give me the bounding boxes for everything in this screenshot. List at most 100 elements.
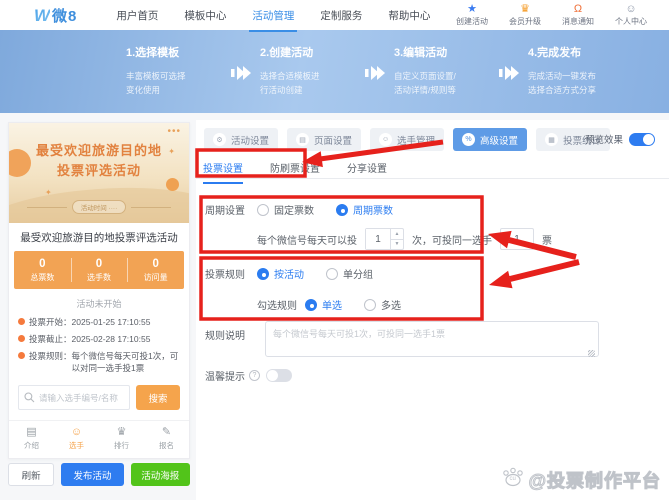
- menu-item-custom-service[interactable]: 定制服务: [307, 0, 375, 32]
- tab-player-manage[interactable]: ☺ 选手管理: [370, 128, 444, 151]
- tab-page-settings[interactable]: ▤ 页面设置: [287, 128, 361, 151]
- refresh-button[interactable]: 刷新: [8, 463, 54, 486]
- search-button[interactable]: 搜索: [136, 385, 180, 410]
- bullet-icon: [18, 318, 25, 325]
- stat-visit-count: 0 访问量: [127, 251, 184, 289]
- player-search: 搜索: [9, 379, 189, 412]
- more-dots-icon[interactable]: •••: [167, 126, 181, 137]
- intro-icon: ▤: [26, 426, 36, 439]
- help-icon[interactable]: ?: [249, 370, 260, 381]
- tab-advanced-settings[interactable]: % 高级设置: [453, 128, 527, 151]
- cycle-votes-label[interactable]: 周期票数: [353, 202, 393, 217]
- publish-activity-button[interactable]: 发布活动: [61, 463, 123, 486]
- watermark: cu @投票制作平台: [501, 466, 661, 493]
- activity-time-pill-row: 活动时间 ····: [9, 200, 189, 214]
- activity-settings-icon: ⚙: [213, 133, 226, 146]
- by-group-radio[interactable]: [326, 268, 338, 280]
- page-settings-icon: ▤: [296, 133, 309, 146]
- fast-forward-icon: [356, 44, 394, 80]
- warm-tip-toggle[interactable]: [266, 369, 292, 382]
- menu-item-activity-manage[interactable]: 活动管理: [239, 0, 307, 32]
- tab-players[interactable]: ☺ 选手: [54, 426, 99, 451]
- star-icon: ★: [467, 3, 477, 15]
- logo-text: 微8: [52, 5, 77, 26]
- by-activity-radio[interactable]: [257, 268, 269, 280]
- settings-tabs: ⚙ 活动设置 ▤ 页面设置 ☺ 选手管理 % 高级设置 ▦ 投票统计: [204, 128, 610, 151]
- votes-prefix: 每个微信号每天可以投: [257, 232, 357, 247]
- by-group-label[interactable]: 单分组: [343, 266, 373, 281]
- cycle-votes-radio[interactable]: [336, 204, 348, 216]
- create-activity-label: 创建活动: [456, 16, 488, 27]
- bullet-icon: [18, 352, 25, 359]
- activity-info-list: 投票开始： 2025-01-25 17:10:55 投票截止： 2025-02-…: [9, 316, 189, 375]
- votes-per-day-row: 每个微信号每天可以投 ▲▼ 次 ，可投同一选手 票: [257, 228, 552, 250]
- votes-unit-piao: 票: [542, 232, 552, 247]
- bullet-icon: [18, 335, 25, 342]
- activity-time-pill: 活动时间 ····: [72, 200, 126, 214]
- bell-icon: Ω: [574, 3, 582, 15]
- steps-banner: 1.选择模板 丰富模板可选择变化使用 2.创建活动 选择合适模板进行活动创建 3…: [0, 30, 669, 113]
- textarea-resize-handle[interactable]: [588, 350, 595, 357]
- cycle-settings-row: 周期设置 固定票数 周期票数: [205, 202, 415, 217]
- step-2-title: 2.创建活动: [260, 44, 356, 60]
- step-1: 1.选择模板 丰富模板可选择变化使用: [126, 44, 222, 97]
- step-1-title: 1.选择模板: [126, 44, 222, 60]
- multi-select-label[interactable]: 多选: [381, 297, 401, 312]
- message-notify-label: 消息通知: [562, 16, 594, 27]
- step-2: 2.创建活动 选择合适模板进行活动创建: [260, 44, 356, 97]
- menu-item-home[interactable]: 用户首页: [103, 0, 171, 32]
- votes-per-player-input[interactable]: [500, 228, 534, 250]
- message-notify-button[interactable]: Ω 消息通知: [558, 3, 598, 27]
- advanced-subtabs: 投票设置 防刷票设置 分享设置: [203, 160, 387, 184]
- stepper-up-icon: ▲: [391, 229, 403, 239]
- banner-title: 最受欢迎旅游目的地 投票评选活动: [9, 141, 189, 180]
- advanced-settings-icon: %: [462, 133, 475, 146]
- rule-desc-label: 规则说明: [205, 321, 257, 342]
- info-vote-rule: 投票规则： 每个微信号每天可投1次，可以对同一选手投1票: [18, 350, 180, 376]
- stepper-arrows[interactable]: ▲▼: [390, 229, 403, 249]
- rule-desc-textarea[interactable]: [265, 321, 599, 357]
- tab-signup[interactable]: ✎ 报名: [144, 426, 189, 451]
- by-activity-label[interactable]: 按活动: [274, 266, 304, 281]
- stat-total-votes: 0 总票数: [14, 251, 71, 289]
- menu-item-help-center[interactable]: 帮助中心: [375, 0, 443, 32]
- warm-tip-label: 温馨提示: [205, 368, 245, 383]
- rule-desc-row: 规则说明: [205, 321, 599, 357]
- header-actions: ★ 创建活动 ♛ 会员升级 Ω 消息通知 ☺ 个人中心: [452, 3, 651, 27]
- personal-center-button[interactable]: ☺ 个人中心: [611, 3, 651, 27]
- subtab-vote-settings[interactable]: 投票设置: [203, 160, 243, 184]
- step-3-title: 3.编辑活动: [394, 44, 490, 60]
- check-rule-label: 勾选规则: [257, 297, 297, 312]
- vote-rule-label: 投票规则: [205, 266, 257, 281]
- votes-times-stepper: ▲▼: [365, 228, 404, 250]
- activity-poster-button[interactable]: 活动海报: [131, 463, 190, 486]
- vote-stats-icon: ▦: [545, 133, 558, 146]
- logo[interactable]: W 微8: [34, 5, 77, 26]
- single-select-label[interactable]: 单选: [322, 297, 342, 312]
- activity-name: 最受欢迎旅游目的地投票评选活动: [9, 223, 189, 251]
- watermark-text: @投票制作平台: [528, 467, 661, 493]
- cycle-settings-label: 周期设置: [205, 202, 257, 217]
- tab-ranking[interactable]: ♛ 排行: [99, 426, 144, 451]
- single-select-radio[interactable]: [305, 299, 317, 311]
- user-icon: ☺: [625, 3, 636, 15]
- divider: [196, 178, 669, 179]
- create-activity-button[interactable]: ★ 创建活动: [452, 3, 492, 27]
- votes-mid-text: ，可投同一选手: [422, 232, 492, 247]
- tab-intro[interactable]: ▤ 介绍: [9, 426, 54, 451]
- activity-banner: ✦ ✦ ••• 最受欢迎旅游目的地 投票评选活动 活动时间 ····: [9, 123, 189, 223]
- ranking-icon: ♛: [117, 426, 127, 439]
- preview-effect-toggle[interactable]: [629, 133, 655, 146]
- multi-select-radio[interactable]: [364, 299, 376, 311]
- step-3: 3.编辑活动 自定义页面设置/活动详情/规则等: [394, 44, 490, 97]
- votes-times-input[interactable]: [366, 229, 390, 249]
- subtab-antifraud-settings[interactable]: 防刷票设置: [270, 160, 320, 184]
- subtab-share-settings[interactable]: 分享设置: [347, 160, 387, 184]
- menu-item-templates[interactable]: 模板中心: [171, 0, 239, 32]
- tab-activity-settings[interactable]: ⚙ 活动设置: [204, 128, 278, 151]
- crown-icon: ♛: [520, 3, 530, 15]
- fixed-votes-label[interactable]: 固定票数: [274, 202, 314, 217]
- fixed-votes-radio[interactable]: [257, 204, 269, 216]
- member-upgrade-button[interactable]: ♛ 会员升级: [505, 3, 545, 27]
- member-upgrade-label: 会员升级: [509, 16, 541, 27]
